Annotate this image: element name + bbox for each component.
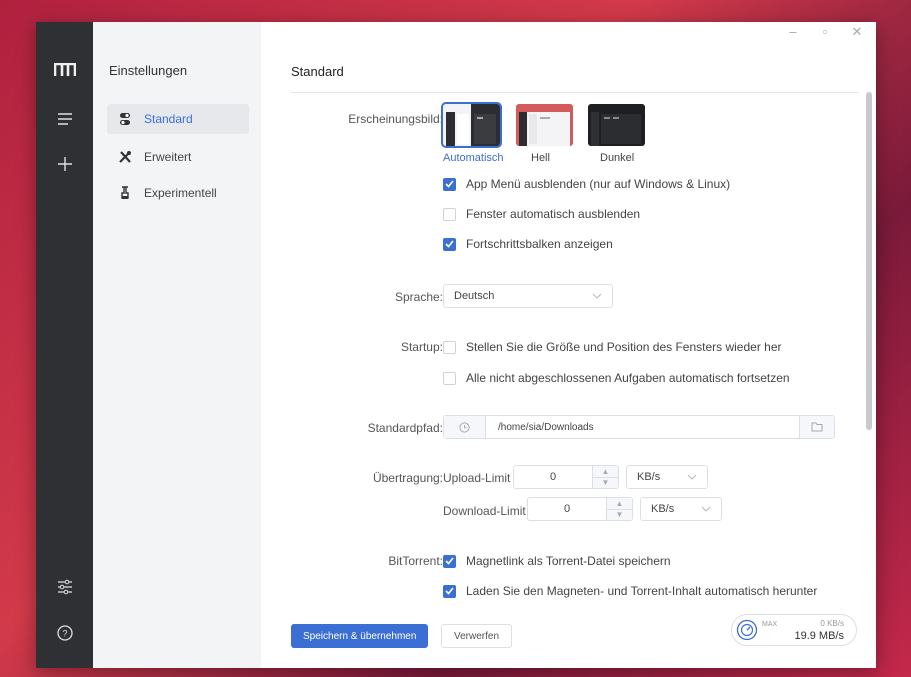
download-speed: 19.9 MB/s [794, 630, 844, 642]
upload-limit-stepper[interactable]: 0 ▲ ▼ [513, 465, 619, 489]
upload-unit-value: KB/s [637, 471, 661, 483]
checkbox-label: App Menü ausblenden (nur auf Windows & L… [466, 177, 731, 191]
nav-rail: ? [36, 22, 93, 668]
plus-icon[interactable] [36, 150, 93, 178]
page-title: Standard [291, 64, 344, 79]
svg-text:?: ? [62, 629, 67, 639]
download-limit-label: Download-Limit [443, 504, 526, 518]
help-icon[interactable]: ? [36, 619, 93, 647]
checkbox-checked-icon [443, 584, 456, 598]
checkbox-checked-icon [443, 554, 456, 568]
history-icon[interactable] [444, 416, 486, 438]
sliders-icon[interactable] [36, 573, 93, 601]
folder-icon[interactable] [799, 416, 834, 438]
upload-limit-label: Upload-Limit [443, 471, 511, 485]
checkbox-unchecked-icon [443, 207, 456, 221]
download-limit-stepper[interactable]: 0 ▲ ▼ [527, 497, 633, 521]
checkbox-label: Stellen Sie die Größe und Position des F… [466, 340, 782, 354]
checkbox-unchecked-icon [443, 371, 456, 385]
checkbox-label: Laden Sie den Magneten- und Torrent-Inha… [466, 584, 818, 598]
sidebar-item-standard[interactable]: Standard [107, 104, 249, 134]
theme-light-label: Hell [531, 152, 550, 164]
divider [291, 92, 858, 93]
toggle-icon [117, 112, 133, 126]
default-path-value: /home/sia/Downloads [498, 421, 594, 433]
sidebar-item-label: Erweitert [144, 150, 192, 164]
language-select[interactable]: Deutsch [443, 284, 613, 308]
checkbox-auto-download-content[interactable]: Laden Sie den Magneten- und Torrent-Inha… [443, 584, 817, 598]
checkbox-label: Fortschrittsbalken anzeigen [466, 237, 613, 251]
checkbox-restore-window[interactable]: Stellen Sie die Größe und Position des F… [443, 340, 782, 354]
download-limit-value: 0 [563, 503, 571, 515]
transfer-label: Übertragung: [372, 471, 443, 485]
language-label: Sprache: [394, 290, 443, 304]
theme-dark-thumb[interactable] [588, 104, 645, 146]
sidebar-item-label: Standard [144, 112, 193, 126]
chevron-down-icon [687, 471, 697, 483]
checkbox-checked-icon [443, 177, 456, 191]
window-controls: – ▫ ✕ [784, 24, 866, 40]
settings-sidebar: Einstellungen Standard Erweitert Experim… [93, 22, 261, 668]
upload-unit-select[interactable]: KB/s [626, 465, 708, 489]
tools-icon [117, 150, 133, 164]
maximize-icon[interactable]: ▫ [816, 24, 834, 40]
checkbox-label: Alle nicht abgeschlossenen Aufgaben auto… [466, 371, 790, 385]
checkbox-hide-app-menu[interactable]: App Menü ausblenden (nur auf Windows & L… [443, 177, 730, 191]
default-path-label: Standardpfad: [367, 421, 443, 435]
chevron-down-icon [592, 290, 602, 302]
scrollbar[interactable] [866, 92, 872, 430]
checkbox-checked-icon [443, 237, 456, 251]
speedometer-icon [736, 619, 758, 644]
checkbox-label: Magnetlink als Torrent-Datei speichern [466, 554, 671, 568]
speedometer[interactable]: MAX 0 KB/s 19.9 MB/s [731, 614, 857, 646]
checkbox-resume-tasks[interactable]: Alle nicht abgeschlossenen Aufgaben auto… [443, 371, 790, 385]
minimize-icon[interactable]: – [784, 24, 802, 40]
discard-button[interactable]: Verwerfen [441, 624, 513, 648]
language-value: Deutsch [454, 290, 495, 302]
checkbox-show-progress-bar[interactable]: Fortschrittsbalken anzeigen [443, 237, 613, 251]
default-path-field[interactable]: /home/sia/Downloads [443, 415, 835, 439]
close-icon[interactable]: ✕ [848, 24, 866, 40]
chevron-down-icon [701, 503, 711, 515]
startup-label: Startup: [400, 340, 443, 354]
checkbox-save-magnet-as-torrent[interactable]: Magnetlink als Torrent-Datei speichern [443, 554, 671, 568]
checkbox-auto-hide-window[interactable]: Fenster automatisch ausblenden [443, 207, 640, 221]
menu-icon[interactable] [36, 105, 93, 133]
download-unit-select[interactable]: KB/s [640, 497, 722, 521]
decrement-icon[interactable]: ▼ [607, 509, 632, 520]
main-panel: – ▫ ✕ Standard Erscheinungsbild: Automat… [261, 22, 876, 668]
checkbox-label: Fenster automatisch ausblenden [466, 207, 641, 221]
flask-icon [117, 186, 133, 200]
theme-dark-label: Dunkel [600, 152, 635, 164]
m-logo-icon[interactable] [36, 56, 93, 84]
upload-speed: 0 KB/s [820, 619, 844, 628]
download-unit-value: KB/s [651, 503, 675, 515]
upload-limit-value: 0 [549, 471, 557, 483]
speed-max-label: MAX [762, 621, 778, 628]
bittorrent-label: BitTorrent: [388, 554, 443, 568]
decrement-icon[interactable]: ▼ [593, 477, 618, 488]
save-apply-button[interactable]: Speichern & übernehmen [291, 624, 429, 648]
sidebar-item-experimentell[interactable]: Experimentell [107, 178, 249, 208]
appearance-label: Erscheinungsbild: [348, 112, 443, 126]
sidebar-title: Einstellungen [109, 63, 188, 78]
theme-auto-label: Automatisch [443, 152, 504, 164]
sidebar-item-erweitert[interactable]: Erweitert [107, 142, 249, 172]
sidebar-item-label: Experimentell [144, 186, 217, 200]
increment-icon[interactable]: ▲ [607, 498, 632, 510]
app-window: ? Einstellungen Standard Erweitert Exper… [36, 22, 876, 668]
increment-icon[interactable]: ▲ [593, 466, 618, 478]
theme-auto-thumb[interactable] [441, 102, 502, 148]
checkbox-unchecked-icon [443, 340, 456, 354]
theme-light-thumb[interactable] [516, 104, 573, 146]
